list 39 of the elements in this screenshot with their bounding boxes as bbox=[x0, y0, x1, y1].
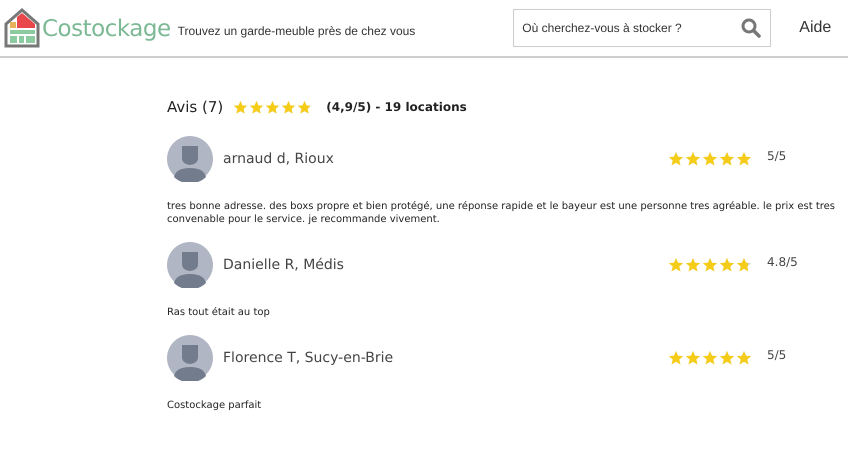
star-icon bbox=[736, 151, 752, 167]
review-rating: 5/5 bbox=[767, 149, 788, 163]
star-icon bbox=[702, 350, 718, 366]
rating-summary: (4,9/5) - 19 locations bbox=[326, 100, 467, 114]
avatar-icon bbox=[167, 136, 213, 182]
star-icon bbox=[736, 350, 752, 366]
star-icon bbox=[685, 350, 701, 366]
help-link[interactable]: Aide bbox=[799, 19, 832, 37]
star-icon bbox=[249, 100, 264, 114]
star-icon bbox=[668, 257, 684, 273]
tagline: Trouvez un garde-meuble près de chez vous bbox=[178, 24, 416, 38]
star-icon bbox=[685, 151, 701, 167]
star-icon bbox=[736, 257, 752, 273]
reviewer-name: arnaud d, Rioux bbox=[223, 151, 335, 167]
reviewer-name: Danielle R, Médis bbox=[223, 257, 345, 273]
star-icon bbox=[265, 100, 280, 114]
review-text: Costockage parfait bbox=[167, 399, 262, 412]
avatar-icon bbox=[167, 335, 213, 381]
star-icon bbox=[297, 100, 312, 114]
review-text: Ras tout était au top bbox=[167, 306, 271, 319]
star-icon bbox=[668, 151, 684, 167]
star-icon bbox=[281, 100, 296, 114]
reviews-title: Avis (7) bbox=[167, 98, 224, 116]
star-icon bbox=[702, 257, 718, 273]
star-icon bbox=[719, 350, 735, 366]
search-field[interactable]: Où cherchez-vous à stocker ? bbox=[513, 9, 772, 47]
search-icon[interactable] bbox=[741, 18, 762, 38]
reviewer-name: Florence T, Sucy-en-Brie bbox=[223, 350, 394, 366]
star-icon bbox=[719, 151, 735, 167]
star-icon bbox=[668, 350, 684, 366]
avatar-icon bbox=[167, 242, 213, 288]
star-icon bbox=[233, 100, 248, 114]
review-rating: 5/5 bbox=[767, 348, 788, 362]
star-icon bbox=[685, 257, 701, 273]
house-logo-icon bbox=[4, 8, 40, 48]
star-icon bbox=[719, 257, 735, 273]
star-icon bbox=[702, 151, 718, 167]
review-rating: 4.8/5 bbox=[767, 255, 799, 269]
review-text: tres bonne adresse. des boxs propre et bien protégé, une réponse rapide et le bayeur est une personne tres agréable. le prix est tres convenable pour le service. je recommande vivement. bbox=[167, 200, 835, 226]
